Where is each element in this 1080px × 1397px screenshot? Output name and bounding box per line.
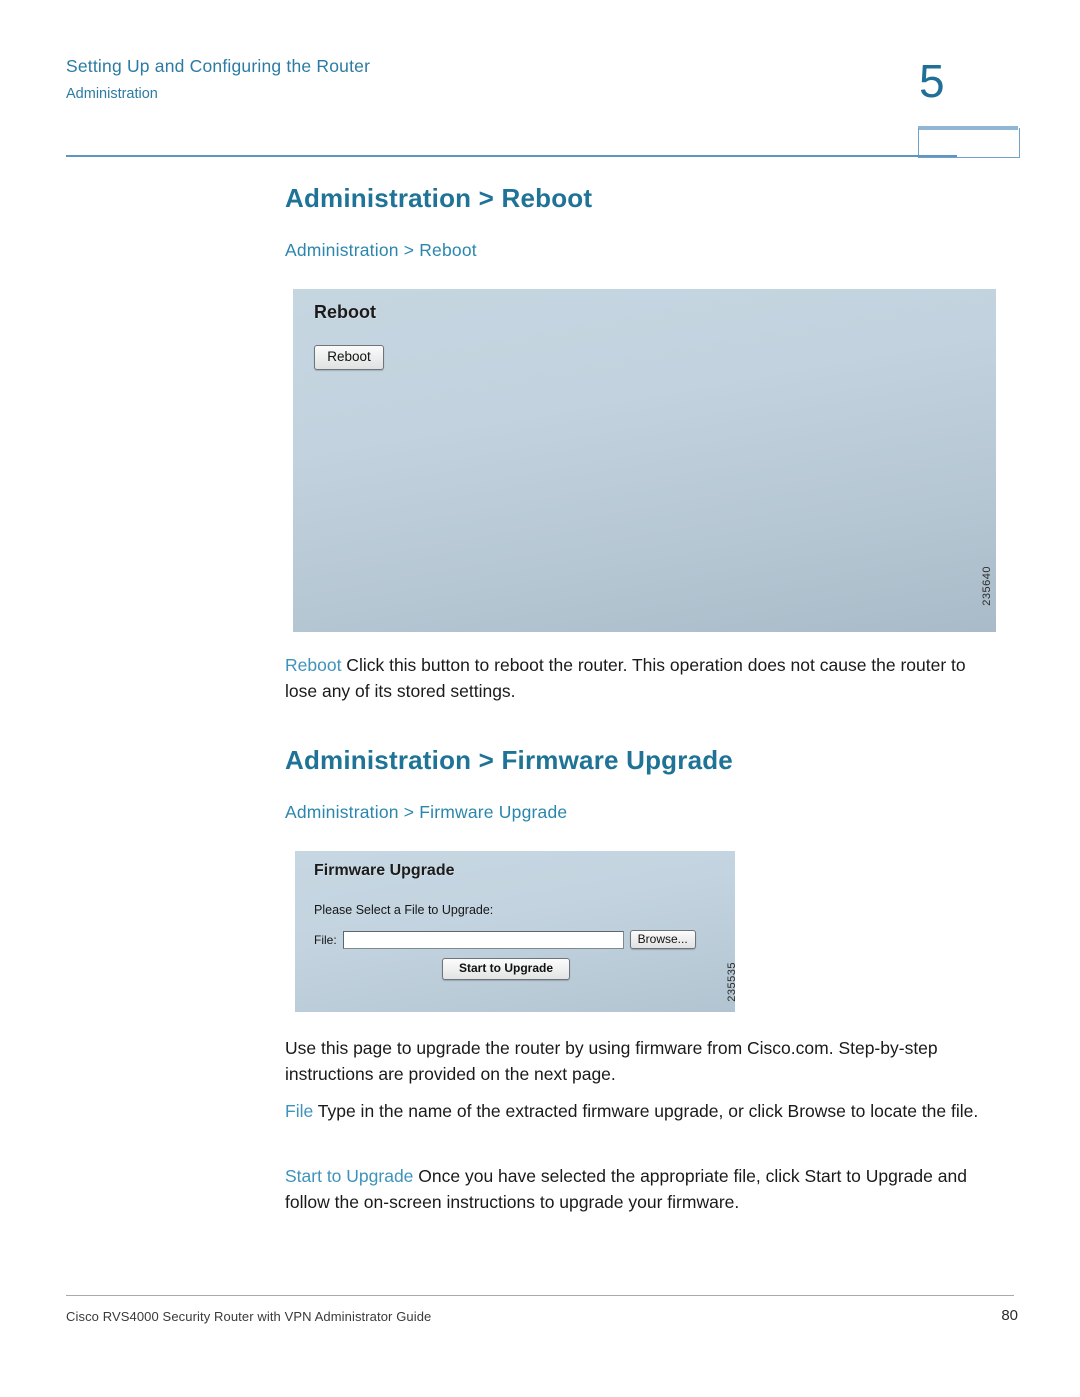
firmware-file-input[interactable] — [342, 930, 624, 949]
firmware-file-label: File: — [314, 932, 337, 947]
footer-guide-title: Cisco RVS4000 Security Router with VPN A… — [66, 1309, 432, 1324]
section-subheading-reboot: Administration > Reboot — [285, 240, 477, 260]
document-page: Setting Up and Configuring the Router Ad… — [0, 0, 1080, 1397]
footer-divider-rule — [66, 1295, 1014, 1296]
running-header-title: Setting Up and Configuring the Router — [66, 56, 371, 76]
running-header-subtitle: Administration — [66, 85, 158, 102]
paragraph-reboot-text: Click this button to reboot the router. … — [285, 655, 966, 701]
header-divider-rule — [66, 155, 957, 157]
paragraph-firmware-intro: Use this page to upgrade the router by u… — [285, 1035, 1010, 1087]
term-start-to-upgrade: Start to Upgrade — [285, 1166, 414, 1186]
paragraph-firmware-start: Start to Upgrade Once you have selected … — [285, 1163, 1005, 1215]
reboot-panel-title: Reboot — [314, 302, 376, 322]
running-header: Setting Up and Configuring the Router Ad… — [66, 55, 766, 103]
footer-page-number: 80 — [1001, 1307, 1018, 1324]
section-heading-reboot: Administration > Reboot — [285, 183, 593, 213]
reboot-button[interactable]: Reboot — [314, 345, 384, 370]
figure-number-firmware-upgrade: 235535 — [726, 962, 738, 1002]
browse-button[interactable]: Browse... — [629, 930, 696, 949]
firmware-panel-title: Firmware Upgrade — [314, 862, 455, 879]
screenshot-firmware-upgrade-panel: Firmware Upgrade Please Select a File to… — [295, 851, 735, 1012]
section-heading-firmware-upgrade: Administration > Firmware Upgrade — [285, 745, 733, 775]
paragraph-firmware-file: File Type in the name of the extracted f… — [285, 1098, 1020, 1124]
firmware-select-file-prompt: Please Select a File to Upgrade: — [314, 903, 494, 917]
term-file: File — [285, 1101, 314, 1121]
chapter-number: 5 — [919, 55, 945, 107]
paragraph-reboot: Reboot Click this button to reboot the r… — [285, 652, 1000, 704]
figure-number-reboot: 235640 — [981, 566, 993, 606]
paragraph-firmware-file-text: Type in the name of the extracted firmwa… — [313, 1101, 979, 1121]
chapter-number-box — [918, 128, 1020, 158]
firmware-file-row: File: Browse... — [314, 930, 719, 949]
section-subheading-firmware-upgrade: Administration > Firmware Upgrade — [285, 802, 568, 822]
term-reboot: Reboot — [285, 655, 342, 675]
screenshot-reboot-panel: Reboot Reboot — [293, 289, 996, 632]
paragraph-firmware-intro-text: Use this page to upgrade the router by u… — [285, 1038, 938, 1084]
start-to-upgrade-button[interactable]: Start to Upgrade — [442, 958, 571, 980]
